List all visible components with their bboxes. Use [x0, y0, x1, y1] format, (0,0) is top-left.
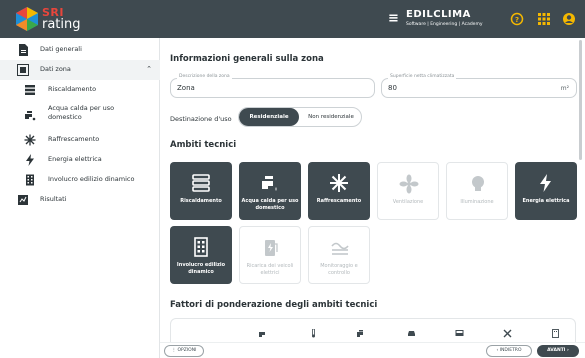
next-button-label: AVANTI: [547, 348, 566, 353]
sidebar-item-energia-elettrica[interactable]: Energia elettrica: [0, 150, 160, 170]
back-button-label: INDIETRO: [499, 348, 522, 353]
snowflake-icon: [24, 134, 36, 146]
sidebar-item-dati-zona[interactable]: Dati zona ⌃: [0, 60, 160, 80]
monitoring-icon: [331, 242, 349, 255]
faucet-icon: [262, 176, 277, 191]
building-icon: [26, 174, 34, 186]
net-area-label: Superficie netta climatizzata: [388, 74, 457, 79]
tile-label: Ricarica dei veicoli elettrici: [246, 263, 294, 276]
sidebar-item-dati-generali[interactable]: Dati generali: [0, 40, 160, 60]
radiator-icon: [192, 174, 210, 192]
main-scrollbar[interactable]: [579, 40, 582, 160]
lightning-icon: [540, 174, 551, 192]
sidebar-item-label: Energia elettrica: [48, 155, 102, 163]
tile-label: Raffrescamento: [316, 198, 362, 204]
tile-label: Monitoraggio e controllo: [320, 263, 358, 276]
lightbulb-icon: [472, 176, 484, 191]
sidebar-item-label: Raffrescamento: [48, 135, 100, 143]
results-icon: [18, 195, 28, 205]
destination-option-non-residenziale[interactable]: Non residenziale: [300, 108, 361, 126]
edilclima-logo-icon: ≡: [388, 11, 399, 26]
radiator-icon: [25, 85, 35, 95]
brand-name: EDILCLIMA: [406, 9, 471, 20]
next-button[interactable]: AVANTI ›: [537, 345, 579, 357]
zone-description-value: Zona: [177, 84, 195, 92]
snowflake-icon: [330, 174, 348, 192]
net-area-unit: m²: [560, 85, 569, 92]
thermometer-icon: [312, 329, 315, 338]
tile-label: Acqua calda per uso domestico: [241, 198, 299, 211]
tools-icon: [503, 329, 512, 338]
tile-illuminazione[interactable]: Illuminazione: [446, 162, 508, 220]
sidebar-item-label: Risultati: [40, 195, 67, 203]
sidebar-item-label: Riscaldamento: [48, 85, 97, 93]
sri-rating-logo[interactable]: SRI rating: [14, 4, 84, 34]
lightning-icon: [26, 154, 34, 166]
sidebar-item-raffrescamento[interactable]: Raffrescamento: [0, 130, 160, 150]
tile-acqua-calda[interactable]: Acqua calda per uso domestico: [239, 162, 301, 220]
destination-label: Destinazione d'uso: [170, 115, 232, 123]
zone-description-field[interactable]: Descrizione della zona Zona: [170, 74, 375, 98]
sidebar-item-label: Acqua calda per uso domestico: [48, 104, 115, 121]
user-icon[interactable]: [560, 10, 578, 28]
destination-option-residenziale[interactable]: Residenziale: [239, 108, 299, 126]
sidebar-item-label: Involucro edilizio dinamico: [48, 175, 135, 183]
destination-toggle: Residenziale Non residenziale: [238, 107, 362, 127]
sidebar-item-involucro[interactable]: Involucro edilizio dinamico: [0, 170, 160, 190]
sri-logo-mark-icon: [16, 7, 38, 31]
main-content: Informazioni generali sulla zona Descriz…: [160, 38, 585, 342]
options-button-label: OPZIONI: [177, 348, 197, 353]
chevron-up-icon[interactable]: ⌃: [146, 65, 152, 73]
faucet-icon: [25, 111, 36, 121]
tile-label: Illuminazione: [460, 199, 494, 205]
net-area-field[interactable]: Superficie netta climatizzata 80 m²: [381, 74, 577, 98]
tile-label: Involucro edilizio dinamico: [176, 262, 226, 275]
grid-icon[interactable]: [535, 10, 553, 28]
weights-panel: [170, 318, 576, 342]
section-title-ambiti: Ambiti tecnici: [170, 140, 237, 150]
zone-icon: [17, 64, 29, 76]
building-icon: [194, 237, 208, 257]
tile-label: Riscaldamento: [180, 198, 222, 204]
sidebar-item-riscaldamento[interactable]: Riscaldamento: [0, 80, 160, 100]
sidebar-item-label: Dati zona: [40, 65, 71, 73]
document-icon: [19, 44, 28, 56]
sidebar-item-label: Dati generali: [40, 45, 82, 53]
display-icon: [455, 330, 464, 336]
sidebar: Dati generali Dati zona ⌃ Riscaldamento …: [0, 38, 160, 358]
tile-monitoraggio[interactable]: Monitoraggio e controllo: [308, 226, 370, 284]
net-area-value: 80: [388, 84, 397, 92]
chevron-right-icon: ›: [565, 348, 569, 353]
tile-label: Energia elettrica: [522, 198, 570, 204]
sidebar-item-acqua-calda[interactable]: Acqua calda per uso domestico: [0, 102, 160, 128]
section-title-weights: Fattori di ponderazione degli ambiti tec…: [170, 300, 378, 310]
tile-ventilazione[interactable]: Ventilazione: [377, 162, 439, 220]
edilclima-brand: ≡ EDILCLIMA Software | Engineering | Aca…: [388, 9, 500, 31]
logo-rating-text: rating: [42, 17, 81, 32]
options-button[interactable]: ⋮ OPZIONI: [164, 345, 204, 357]
help-circle-icon[interactable]: ?: [508, 10, 526, 28]
tile-energia-elettrica[interactable]: Energia elettrica: [515, 162, 577, 220]
footer-bar: ⋮ OPZIONI ‹ INDIETRO AVANTI ›: [160, 342, 585, 358]
tile-label: Ventilazione: [392, 199, 424, 205]
app-header: SRI rating ≡ EDILCLIMA Software | Engine…: [0, 0, 585, 38]
tile-ricarica-veicoli[interactable]: Ricarica dei veicoli elettrici: [239, 226, 301, 284]
tile-raffrescamento[interactable]: Raffrescamento: [308, 162, 370, 220]
car-icon: [408, 331, 415, 336]
faucet-icon: [357, 330, 363, 337]
building-icon: [552, 329, 559, 338]
ev-charger-icon: [265, 240, 278, 256]
section-title-info: Informazioni generali sulla zona: [170, 54, 324, 64]
back-button[interactable]: ‹ INDIETRO: [486, 345, 532, 357]
fan-icon: [399, 174, 419, 194]
svg-text:?: ?: [515, 16, 519, 24]
zone-description-label: Descrizione della zona: [177, 74, 232, 79]
tile-involucro[interactable]: Involucro edilizio dinamico: [170, 226, 232, 284]
faucet-icon: [259, 332, 265, 337]
brand-tagline: Software | Engineering | Academy: [406, 22, 483, 27]
tile-riscaldamento[interactable]: Riscaldamento: [170, 162, 232, 220]
sidebar-item-risultati[interactable]: Risultati: [0, 190, 160, 210]
